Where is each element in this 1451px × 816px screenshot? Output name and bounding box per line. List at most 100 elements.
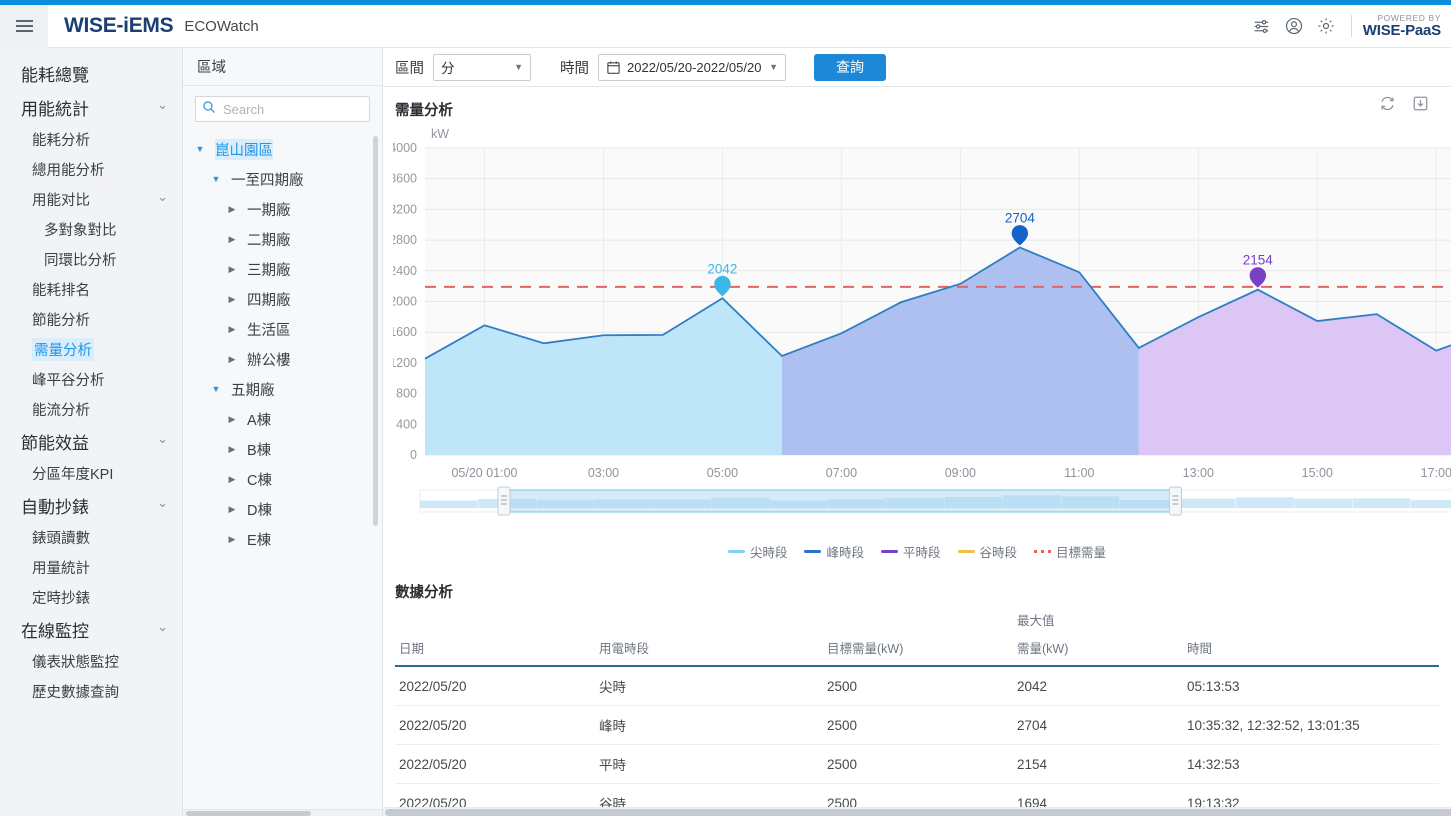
chevron-down-icon: ▼: [502, 62, 523, 72]
sidebar-item-20[interactable]: 歷史數據查詢: [0, 676, 182, 706]
chevron-down-icon[interactable]: ⌄: [157, 432, 168, 445]
sidebar-item-5[interactable]: 多對象對比: [0, 214, 182, 244]
tree-node-4[interactable]: ▶ 三期廠: [183, 254, 382, 284]
tree-node-label: B棟: [247, 439, 271, 460]
sidebar-item-12[interactable]: 節能效益 ⌄: [0, 424, 182, 458]
sidebar-item-15[interactable]: 錶頭讀數: [0, 522, 182, 552]
download-icon[interactable]: [1412, 95, 1429, 117]
caret-right-icon[interactable]: ▶: [225, 324, 239, 335]
tree-node-0[interactable]: ▼崑山園區: [183, 134, 382, 164]
sidebar-item-label: 分區年度KPI: [32, 463, 113, 484]
table-row[interactable]: 2022/05/20平時2500215414:32:53: [395, 745, 1439, 784]
caret-down-icon[interactable]: ▼: [209, 174, 223, 184]
caret-right-icon[interactable]: ▶: [225, 474, 239, 485]
search-box[interactable]: [195, 96, 370, 122]
caret-right-icon[interactable]: ▶: [225, 534, 239, 545]
interval-select[interactable]: 分 ▼: [433, 54, 531, 81]
caret-right-icon[interactable]: ▶: [225, 264, 239, 275]
tree-node-6[interactable]: ▶生活區: [183, 314, 382, 344]
chevron-down-icon: ▼: [769, 62, 778, 72]
refresh-icon[interactable]: [1379, 95, 1396, 117]
tree-node-8[interactable]: ▼五期廠: [183, 374, 382, 404]
user-account-icon[interactable]: [1278, 11, 1310, 41]
chevron-down-icon[interactable]: ⌄: [157, 190, 168, 203]
legend-item-4[interactable]: 目標需量: [1034, 542, 1106, 561]
chevron-down-icon[interactable]: ⌄: [157, 496, 168, 509]
legend-item-2[interactable]: 平時段: [881, 542, 941, 561]
tree-node-12[interactable]: ▶D棟: [183, 494, 382, 524]
table-row[interactable]: 2022/05/20尖時2500204205:13:53: [395, 666, 1439, 706]
table-col-header-2: 目標需量(kW): [823, 631, 1013, 666]
tree-node-3[interactable]: ▶二期廠: [183, 224, 382, 254]
tree-node-2[interactable]: ▶一期廠: [183, 194, 382, 224]
sidebar-item-11[interactable]: 能流分析: [0, 394, 182, 424]
hamburger-icon[interactable]: [0, 5, 48, 48]
legend-swatch: [881, 550, 898, 553]
legend-item-0[interactable]: 尖時段: [728, 542, 788, 561]
tree-node-10[interactable]: ▶ B棟: [183, 434, 382, 464]
legend-item-3[interactable]: 谷時段: [958, 542, 1018, 561]
table-cell: 10:35:32, 12:32:52, 13:01:35: [1183, 706, 1439, 745]
sidebar-item-9[interactable]: 需量分析: [0, 334, 182, 364]
sidebar-item-0[interactable]: 能耗總覽: [0, 56, 182, 90]
caret-down-icon[interactable]: ▼: [209, 384, 223, 394]
date-range-picker[interactable]: 2022/05/20-2022/05/20 ▼: [598, 54, 786, 81]
gear-icon[interactable]: [1310, 11, 1342, 41]
caret-right-icon[interactable]: ▶: [225, 414, 239, 425]
page-horizontal-scrollbar[interactable]: [383, 807, 1451, 816]
sliders-icon[interactable]: [1246, 11, 1278, 41]
sidebar-item-18[interactable]: 在線監控⌄: [0, 612, 182, 646]
svg-text:13:00: 13:00: [1183, 466, 1214, 480]
sidebar-item-1[interactable]: 用能統計⌄: [0, 90, 182, 124]
sidebar-item-7[interactable]: 能耗排名: [0, 274, 182, 304]
sidebar-item-8[interactable]: 節能分析: [0, 304, 182, 334]
tree-node-label: C棟: [247, 469, 272, 490]
chevron-down-icon[interactable]: ⌄: [157, 98, 168, 111]
sidebar-item-19[interactable]: 儀表狀態監控: [0, 646, 182, 676]
table-row[interactable]: 2022/05/20峰時2500270410:35:32, 12:32:52, …: [395, 706, 1439, 745]
query-button[interactable]: 查詢: [814, 54, 886, 81]
sidebar-item-3[interactable]: 總用能分析: [0, 154, 182, 184]
tree-node-9[interactable]: ▶A棟: [183, 404, 382, 434]
demand-chart[interactable]: 040080012001600200024002800320036004000k…: [393, 120, 1441, 540]
chevron-down-icon[interactable]: ⌄: [157, 620, 168, 633]
interval-select-value: 分: [441, 57, 455, 77]
caret-down-icon[interactable]: ▼: [193, 144, 207, 154]
sidebar-item-label: 峰平谷分析: [32, 369, 105, 390]
header-actions: POWERED BY WISE-PaaS: [1246, 11, 1451, 41]
legend-item-1[interactable]: 峰時段: [804, 542, 864, 561]
search-input[interactable]: [221, 101, 363, 118]
sidebar-item-6[interactable]: 同環比分析: [0, 244, 182, 274]
sidebar-item-16[interactable]: 用量統計: [0, 552, 182, 582]
sidebar-item-label: 節能效益: [21, 429, 89, 454]
sidebar-item-17[interactable]: 定時抄錶: [0, 582, 182, 612]
caret-right-icon[interactable]: ▶: [225, 234, 239, 245]
caret-right-icon[interactable]: ▶: [225, 294, 239, 305]
sidebar-item-label: 歷史數據查詢: [32, 681, 119, 702]
tree-node-7[interactable]: ▶辦公樓: [183, 344, 382, 374]
sidebar-item-10[interactable]: 峰平谷分析: [0, 364, 182, 394]
tree-node-label: 三期廠: [247, 259, 291, 280]
sidebar-item-13[interactable]: 分區年度KPI: [0, 458, 182, 488]
tree-node-5[interactable]: ▶四期廠: [183, 284, 382, 314]
sidebar-item-label: 能流分析: [32, 399, 90, 420]
tree-horizontal-scrollbar[interactable]: [183, 809, 382, 816]
svg-text:3600: 3600: [393, 172, 417, 186]
sidebar-nav: 能耗總覽用能統計⌄能耗分析總用能分析用能对比⌄多對象對比同環比分析能耗排名節能分…: [0, 48, 183, 816]
tree-node-1[interactable]: ▼一至四期廠: [183, 164, 382, 194]
tree-vertical-scrollbar[interactable]: [373, 136, 378, 526]
sidebar-item-2[interactable]: 能耗分析: [0, 124, 182, 154]
legend-label: 峰時段: [826, 542, 864, 561]
sidebar-item-14[interactable]: 自動抄錶⌄: [0, 488, 182, 522]
caret-right-icon[interactable]: ▶: [225, 444, 239, 455]
tree-node-11[interactable]: ▶ C棟: [183, 464, 382, 494]
svg-text:2154: 2154: [1243, 253, 1274, 268]
sidebar-item-4[interactable]: 用能对比⌄: [0, 184, 182, 214]
tree-node-13[interactable]: ▶E棟: [183, 524, 382, 554]
caret-right-icon[interactable]: ▶: [225, 504, 239, 515]
date-range-value: 2022/05/20-2022/05/20: [627, 60, 761, 75]
svg-text:2800: 2800: [393, 233, 417, 247]
caret-right-icon[interactable]: ▶: [225, 204, 239, 215]
caret-right-icon[interactable]: ▶: [225, 354, 239, 365]
svg-text:09:00: 09:00: [945, 466, 976, 480]
